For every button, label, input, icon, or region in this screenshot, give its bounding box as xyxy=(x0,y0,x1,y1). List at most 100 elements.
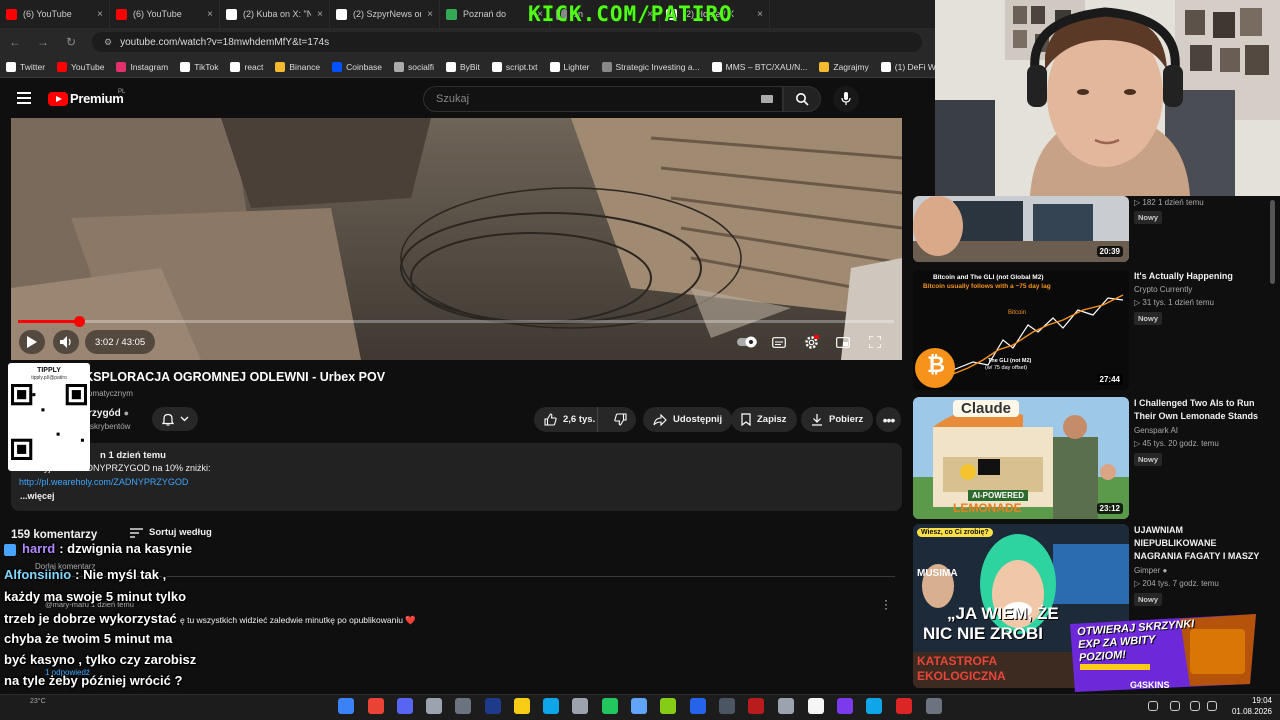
recommendation-thumbnail[interactable]: 20:39 xyxy=(913,196,1129,262)
recommendation-thumbnail[interactable]: Claude AI-POWERED LEMONADE 23:12 xyxy=(913,397,1129,519)
obs-icon[interactable] xyxy=(455,698,471,714)
settings-button[interactable] xyxy=(802,333,820,351)
close-icon[interactable]: × xyxy=(207,9,213,20)
more-actions-button[interactable]: ••• xyxy=(876,407,901,432)
youtube-premium-label[interactable]: Premium xyxy=(70,91,124,106)
keyboard-icon[interactable] xyxy=(761,95,773,103)
search-button[interactable] xyxy=(783,86,821,112)
app-icon[interactable] xyxy=(748,698,764,714)
close-icon[interactable]: × xyxy=(427,9,433,20)
chrome-icon[interactable] xyxy=(368,698,384,714)
spotify-icon[interactable] xyxy=(602,698,618,714)
recommendation-title[interactable]: UJAWNIAM NIEPUBLIKOWANE NAGRANIA FAGATY … xyxy=(1134,524,1264,563)
bookmark-item[interactable]: ByBit xyxy=(446,61,480,72)
x-icon[interactable] xyxy=(690,698,706,714)
app-icon[interactable] xyxy=(660,698,676,714)
channel-name[interactable]: rzygód ● xyxy=(88,408,129,419)
bookmark-item[interactable]: YouTube xyxy=(57,61,104,72)
dislike-button[interactable] xyxy=(604,407,636,432)
network-icon[interactable] xyxy=(1207,701,1217,711)
like-button[interactable]: 2,6 tys. xyxy=(534,407,599,432)
app-icon[interactable] xyxy=(837,698,853,714)
bookmark-item[interactable]: socialfi xyxy=(394,61,434,72)
app-icon[interactable] xyxy=(866,698,882,714)
recommendation-thumbnail[interactable]: Bitcoin and The GLI (not Global M2) Bitc… xyxy=(913,270,1129,390)
bookmark-item[interactable]: (1) DeFi Warhol on... xyxy=(880,61,935,72)
recommendation-meta: ▷ 31 tys. 1 dzień temu xyxy=(1134,298,1214,307)
file-explorer-icon[interactable] xyxy=(514,698,530,714)
description-link[interactable]: http://pl.weareholy.com/ZADNYPRZYGOD xyxy=(19,477,188,487)
app-icon[interactable] xyxy=(808,698,824,714)
volume-icon[interactable] xyxy=(1190,701,1200,711)
browser-tab[interactable]: (2) Kuba on X: "N × xyxy=(220,0,330,28)
taskbar-clock[interactable]: 19:04 01.08.2026 xyxy=(1222,695,1272,717)
recommendation-channel[interactable]: Genspark AI xyxy=(1134,426,1178,435)
progress-bar[interactable] xyxy=(18,320,894,323)
notifications-button[interactable] xyxy=(152,407,198,431)
app-icon[interactable] xyxy=(896,698,912,714)
fullscreen-button[interactable] xyxy=(866,333,884,351)
autoplay-toggle[interactable] xyxy=(737,333,759,351)
bookmark-item[interactable]: react xyxy=(230,61,263,72)
save-button[interactable]: Zapisz xyxy=(731,407,797,432)
steam-icon[interactable] xyxy=(485,698,501,714)
youtube-logo-icon[interactable] xyxy=(48,92,68,106)
close-icon[interactable]: × xyxy=(757,9,763,20)
app-icon[interactable] xyxy=(631,698,647,714)
miniplayer-button[interactable] xyxy=(834,333,852,351)
play-button[interactable] xyxy=(19,330,45,354)
recommendation-title[interactable]: I Challenged Two AIs to Run Their Own Le… xyxy=(1134,397,1264,423)
microphone-icon[interactable] xyxy=(1170,701,1180,711)
hamburger-menu-icon[interactable] xyxy=(17,92,31,104)
chat-text: : dzwignia na kasynie xyxy=(59,541,193,556)
voice-search-button[interactable] xyxy=(833,86,859,112)
recommendation-channel[interactable]: Gimper ● xyxy=(1134,566,1167,575)
windows-start-icon[interactable] xyxy=(338,698,354,714)
close-icon[interactable]: × xyxy=(317,9,323,20)
recommendation-title[interactable]: It's Actually Happening xyxy=(1134,270,1264,283)
app-icon[interactable] xyxy=(926,698,942,714)
subtitles-button[interactable] xyxy=(770,333,788,351)
video-player[interactable] xyxy=(11,118,902,360)
bookmark-favicon-icon xyxy=(880,61,891,72)
edge-icon[interactable] xyxy=(543,698,559,714)
bookmark-item[interactable]: Twitter xyxy=(6,61,46,72)
bookmark-item[interactable]: Lighter xyxy=(549,61,590,72)
bookmark-item[interactable]: Zagrajmy xyxy=(819,61,869,72)
app-icon[interactable] xyxy=(778,698,794,714)
chevron-up-icon[interactable] xyxy=(1148,701,1158,711)
bookmark-label: Binance xyxy=(289,61,321,72)
bookmark-item[interactable]: MMS – BTC/XAU/N... xyxy=(711,61,807,72)
forward-icon[interactable]: → xyxy=(36,35,50,49)
volume-button[interactable] xyxy=(53,330,79,354)
back-icon[interactable]: ← xyxy=(8,35,22,49)
bookmark-label: Twitter xyxy=(20,61,46,72)
browser-tab[interactable]: (6) YouTube × xyxy=(110,0,220,28)
site-info-icon[interactable]: ⚙ xyxy=(104,37,112,48)
description-more-button[interactable]: ...więcej xyxy=(20,491,55,501)
bookmark-item[interactable]: TikTok xyxy=(180,61,218,72)
discord-icon[interactable] xyxy=(397,698,413,714)
bookmark-item[interactable]: Strategic Investing a... xyxy=(601,61,700,72)
bookmark-item[interactable]: script.txt xyxy=(491,61,538,72)
sidebar-scrollbar[interactable] xyxy=(1270,200,1275,284)
close-icon[interactable]: × xyxy=(97,9,103,20)
bookmark-item[interactable]: Instagram xyxy=(116,61,168,72)
app-icon[interactable] xyxy=(719,698,735,714)
comment-menu-icon[interactable]: · · · xyxy=(884,594,888,614)
sort-comments-button[interactable]: Sortuj według xyxy=(130,527,212,538)
app-icon[interactable] xyxy=(572,698,588,714)
search-input[interactable]: Szukaj xyxy=(423,86,783,112)
app-icon[interactable] xyxy=(426,698,442,714)
share-button[interactable]: Udostępnij xyxy=(643,407,733,432)
video-title-text: ZNA EKSPLORACJA OGROMNEJ ODLEWNI - Urbex… xyxy=(47,370,386,384)
download-button[interactable]: Pobierz xyxy=(801,407,874,432)
bookmark-item[interactable]: Coinbase xyxy=(332,61,382,72)
reload-icon[interactable]: ↻ xyxy=(64,35,78,49)
recommendation-channel[interactable]: Crypto Currently xyxy=(1134,285,1192,294)
region-label: PL xyxy=(118,89,126,95)
bookmark-item[interactable]: Binance xyxy=(275,61,321,72)
browser-tab[interactable]: (2) SzpyrNews on × xyxy=(330,0,440,28)
url-field[interactable]: ⚙ youtube.com/watch?v=18mwhdemMfY&t=174s xyxy=(92,32,922,52)
browser-tab[interactable]: (6) YouTube × xyxy=(0,0,110,28)
